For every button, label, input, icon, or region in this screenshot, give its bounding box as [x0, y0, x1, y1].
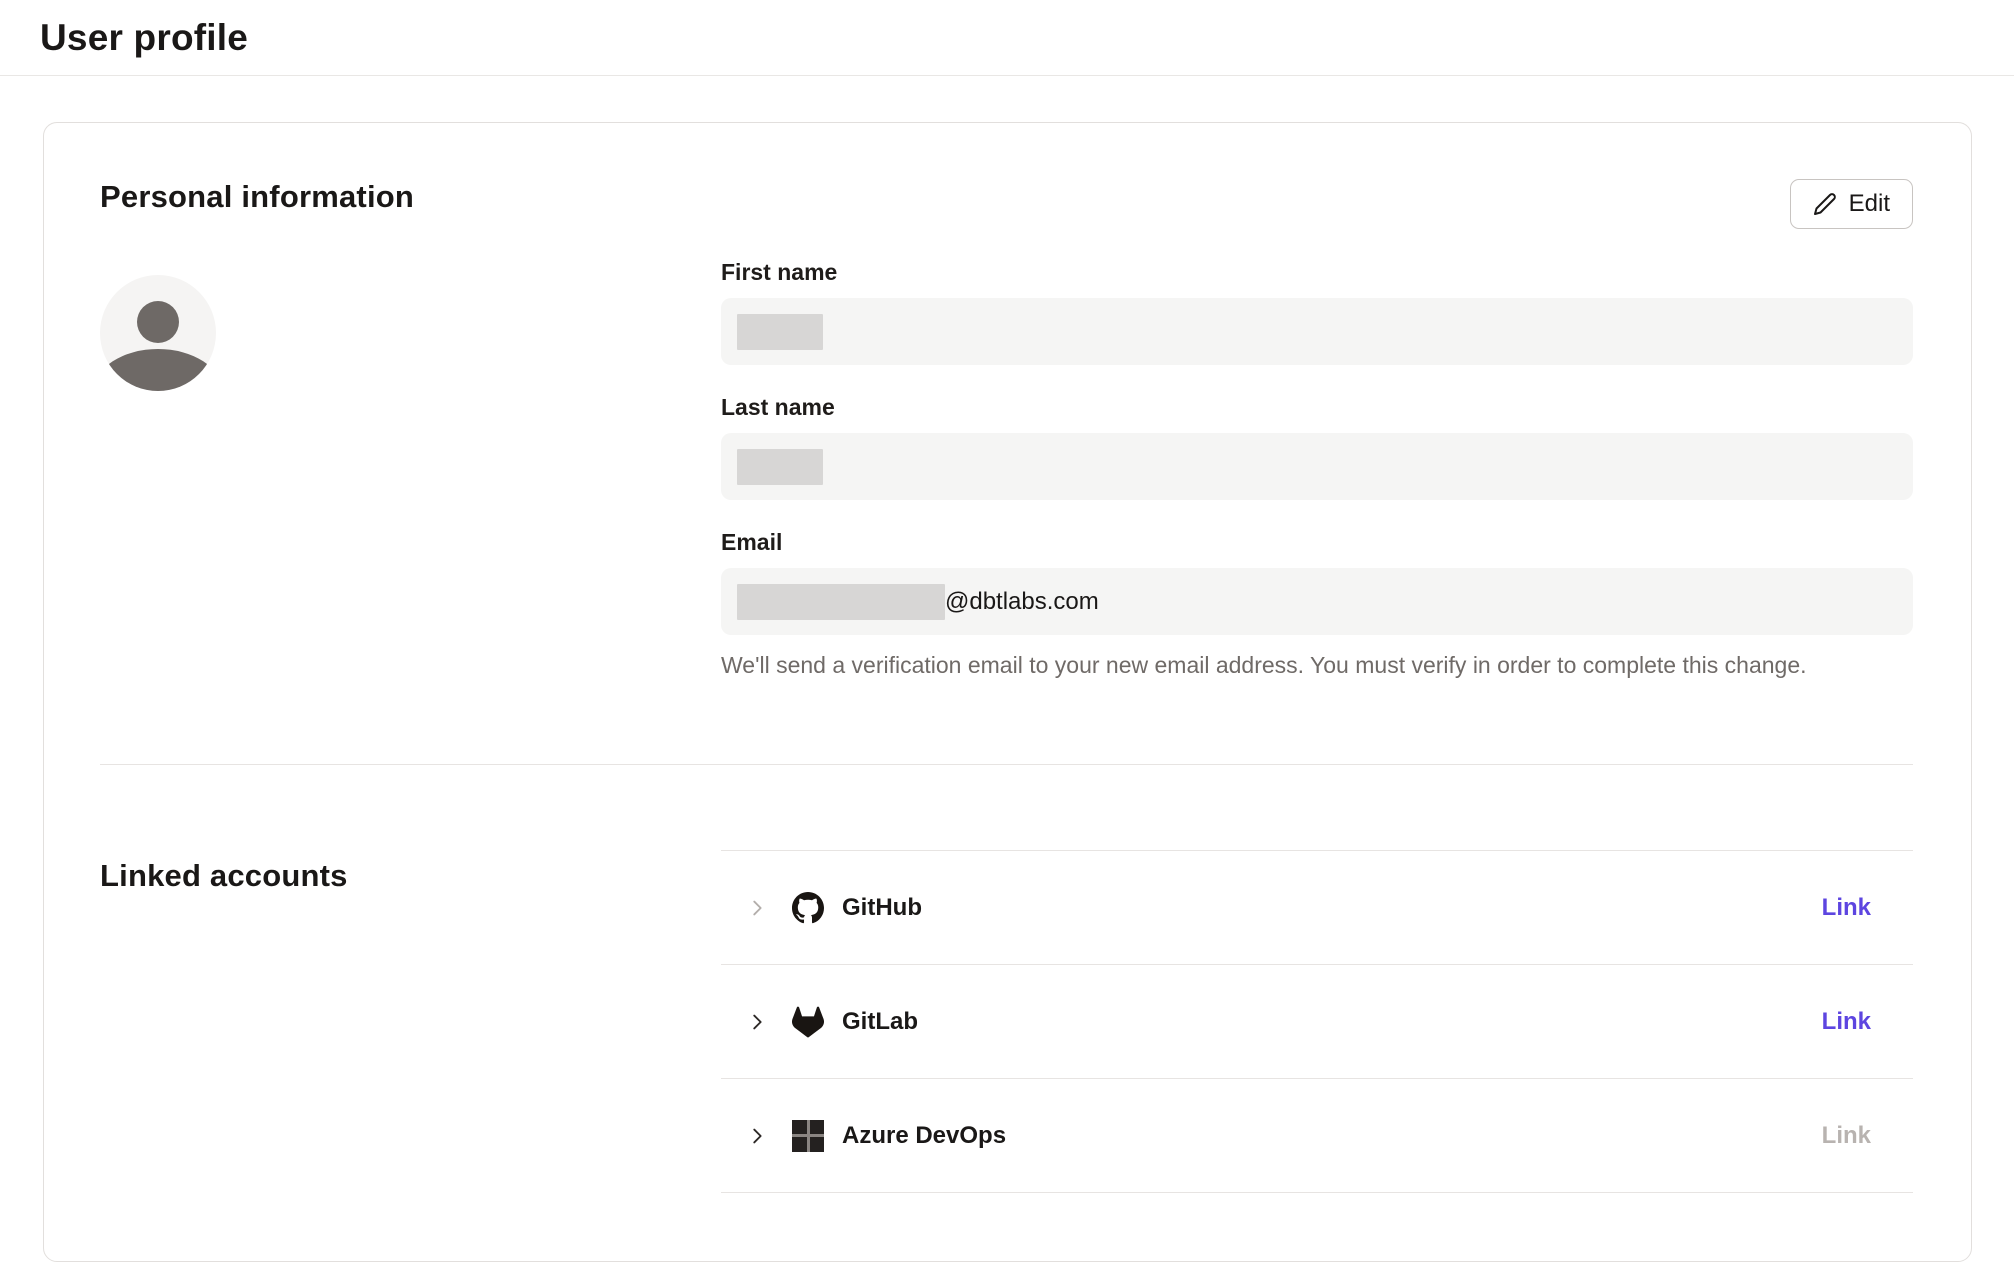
email-helper-text: We'll send a verification email to your … — [721, 652, 1913, 679]
email-label: Email — [721, 529, 1913, 556]
linked-accounts-heading-column: Linked accounts — [100, 850, 721, 1193]
email-input[interactable]: @dbtlabs.com — [721, 568, 1913, 635]
last-name-label: Last name — [721, 394, 1913, 421]
linked-accounts-list: GitHub Link GitLab Link — [721, 850, 1913, 1193]
linked-account-name: Azure DevOps — [842, 1122, 1006, 1150]
edit-button[interactable]: Edit — [1790, 179, 1913, 229]
avatar-column — [100, 259, 721, 679]
linked-account-row-github: GitHub Link — [721, 851, 1913, 965]
email-field-group: Email @dbtlabs.com We'll send a verifica… — [721, 529, 1913, 679]
person-icon — [100, 349, 216, 391]
chevron-right-icon[interactable] — [746, 1011, 768, 1033]
redacted-first-name-value — [737, 314, 823, 350]
linked-accounts-heading: Linked accounts — [100, 858, 721, 894]
profile-card: Personal information Edit First name — [43, 122, 1972, 1262]
linked-accounts-section: Linked accounts GitHub Link — [100, 850, 1913, 1193]
last-name-input[interactable] — [721, 433, 1913, 500]
azure-devops-icon — [792, 1120, 824, 1152]
gitlab-icon — [792, 1006, 824, 1038]
last-name-field-group: Last name — [721, 394, 1913, 500]
linked-account-row-gitlab: GitLab Link — [721, 965, 1913, 1079]
linked-account-name: GitHub — [842, 894, 922, 922]
email-domain-text: @dbtlabs.com — [945, 588, 1099, 616]
linked-account-name: GitLab — [842, 1008, 918, 1036]
first-name-field-group: First name — [721, 259, 1913, 365]
azure-devops-link-action: Link — [1822, 1122, 1871, 1150]
personal-info-header: Personal information Edit — [100, 179, 1913, 229]
section-divider — [100, 764, 1913, 765]
edit-button-label: Edit — [1849, 190, 1890, 218]
pencil-icon — [1813, 192, 1837, 216]
chevron-right-icon[interactable] — [746, 1125, 768, 1147]
first-name-label: First name — [721, 259, 1913, 286]
personal-info-heading: Personal information — [100, 179, 414, 215]
first-name-input[interactable] — [721, 298, 1913, 365]
page-header: User profile — [0, 0, 2014, 76]
redacted-last-name-value — [737, 449, 823, 485]
chevron-right-icon[interactable] — [746, 897, 768, 919]
gitlab-link-action[interactable]: Link — [1822, 1008, 1871, 1036]
github-icon — [792, 892, 824, 924]
github-link-action[interactable]: Link — [1822, 894, 1871, 922]
personal-info-form: First name Last name Email @dbtlabs.com … — [721, 259, 1913, 679]
linked-account-row-azure-devops: Azure DevOps Link — [721, 1079, 1913, 1193]
redacted-email-local-part — [737, 584, 945, 620]
personal-info-body: First name Last name Email @dbtlabs.com … — [100, 259, 1913, 679]
person-icon — [137, 301, 179, 343]
page-title: User profile — [40, 17, 248, 59]
avatar — [100, 275, 216, 391]
